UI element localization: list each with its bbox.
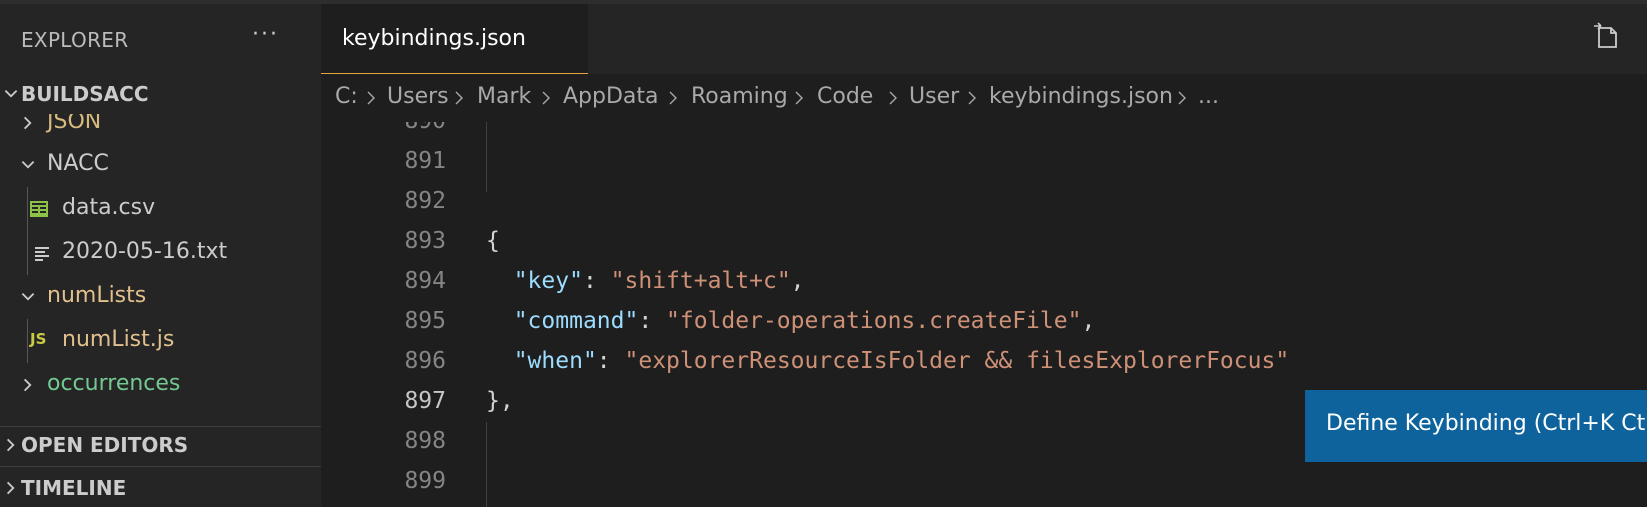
indent-guide [486,422,487,507]
code-line-896: "when": "explorerResourceIsFolder && fil… [486,348,1289,374]
text-lines-icon [35,247,49,261]
chevron-right-icon [23,116,32,130]
colon: : [582,268,611,294]
line-number: 891 [404,148,446,174]
chevron-right-icon [1178,91,1186,105]
define-keybinding-button[interactable]: Define Keybinding (Ctrl+K Ctrl+K) [1305,390,1647,462]
breadcrumb-item[interactable]: C: [335,84,358,109]
define-keybinding-label: Define Keybinding (Ctrl+K Ctrl+K) [1326,411,1647,436]
json-string: "shift+alt+c" [610,268,791,294]
section-divider [0,466,321,467]
explorer-sidebar: EXPLORER ··· BUILDSACC JSON NACC data.cs… [0,4,321,507]
tree-item-label: numList.js [62,327,175,352]
json-key: "command" [513,308,639,334]
comma: , [790,268,805,294]
breadcrumb-item[interactable]: AppData [563,84,659,109]
tree-item-numlist-js[interactable]: JS numList.js [0,319,321,363]
code-line-894: "key": "shift+alt+c", [486,268,805,294]
brace: }, [486,388,514,414]
more-actions-button[interactable]: ··· [252,22,279,47]
breadcrumb-item[interactable]: keybindings.json [989,84,1173,109]
line-number: 894 [404,268,446,294]
json-key: "key" [513,268,583,294]
chevron-right-icon [455,91,463,105]
breadcrumb-item[interactable]: Roaming [691,84,788,109]
line-number: 899 [404,468,446,494]
workspace-section-header[interactable]: BUILDSACC [0,76,321,114]
chevron-right-icon [6,438,15,452]
tab-label: keybindings.json [342,26,526,51]
line-number: 898 [404,428,446,454]
tree-item-nacc[interactable]: NACC [0,143,321,187]
tree-item-label: NACC [47,151,109,176]
json-string: "explorerResourceIsFolder && filesExplor… [624,348,1290,374]
chevron-down-icon [21,292,35,301]
section-label: OPEN EDITORS [21,433,189,457]
chevron-right-icon [968,91,976,105]
tree-item-txt-file[interactable]: 2020-05-16.txt [0,231,321,275]
line-number: 892 [404,188,446,214]
tab-bar: keybindings.json [321,4,1647,75]
chevron-right-icon [669,91,677,105]
open-editors-section-header[interactable]: OPEN EDITORS [0,427,321,465]
code-line-893: { [486,228,500,254]
tab-keybindings-json[interactable]: keybindings.json [321,4,588,75]
line-number: 890 [321,122,446,134]
tree-item-occurrences[interactable]: occurrences [0,363,321,407]
chevron-down-icon [4,89,18,98]
code-line-897: }, [486,388,514,414]
line-number-active: 897 [404,388,446,414]
breadcrumb-item[interactable]: Code [817,84,873,109]
explorer-header: EXPLORER ··· [0,4,321,76]
line-number: 896 [404,348,446,374]
tree-item-label: data.csv [62,195,156,220]
colon: : [596,348,625,374]
breadcrumb-item[interactable]: User [909,84,959,109]
line-number: 895 [404,308,446,334]
table-icon [30,201,48,217]
breadcrumb-item[interactable]: ... [1198,84,1219,109]
tree-item-label: occurrences [47,371,181,396]
chevron-right-icon [23,378,32,392]
chevron-right-icon [6,481,15,495]
tree-item-label: 2020-05-16.txt [62,239,228,264]
tree-item-label: JSON [47,114,102,134]
indent-guide [486,122,487,192]
timeline-section-header[interactable]: TIMELINE [0,470,321,507]
tree-item-json[interactable]: JSON [0,114,321,145]
chevron-right-icon [367,91,375,105]
file-tree: JSON NACC data.csv 2020-05-16.txt numLis… [0,114,321,430]
explorer-title: EXPLORER [21,28,129,52]
code-line-895: "command": "folder-operations.createFile… [486,308,1096,334]
tree-item-label: numLists [47,283,147,308]
chevron-right-icon [795,91,803,105]
breadcrumb-item[interactable]: Users [387,84,449,109]
json-key: "when" [513,348,597,374]
brace: { [486,228,500,254]
line-number: 893 [404,228,446,254]
tree-item-numlists[interactable]: numLists [0,275,321,319]
colon: : [638,308,667,334]
json-string: "folder-operations.createFile" [666,308,1082,334]
open-keyboard-shortcuts-icon[interactable] [1592,22,1622,52]
chevron-down-icon [21,160,35,169]
tree-item-data-csv[interactable]: data.csv [0,187,321,231]
chevron-right-icon [889,91,897,105]
workspace-name: BUILDSACC [21,82,149,106]
chevron-right-icon [542,91,550,105]
section-label: TIMELINE [21,476,127,500]
comma: , [1081,308,1096,334]
editor-area: keybindings.json C: Users Mark AppData R… [321,4,1647,507]
breadcrumb: C: Users Mark AppData Roaming Code User … [321,74,1647,122]
breadcrumb-item[interactable]: Mark [477,84,531,109]
js-icon: JS [30,330,47,348]
